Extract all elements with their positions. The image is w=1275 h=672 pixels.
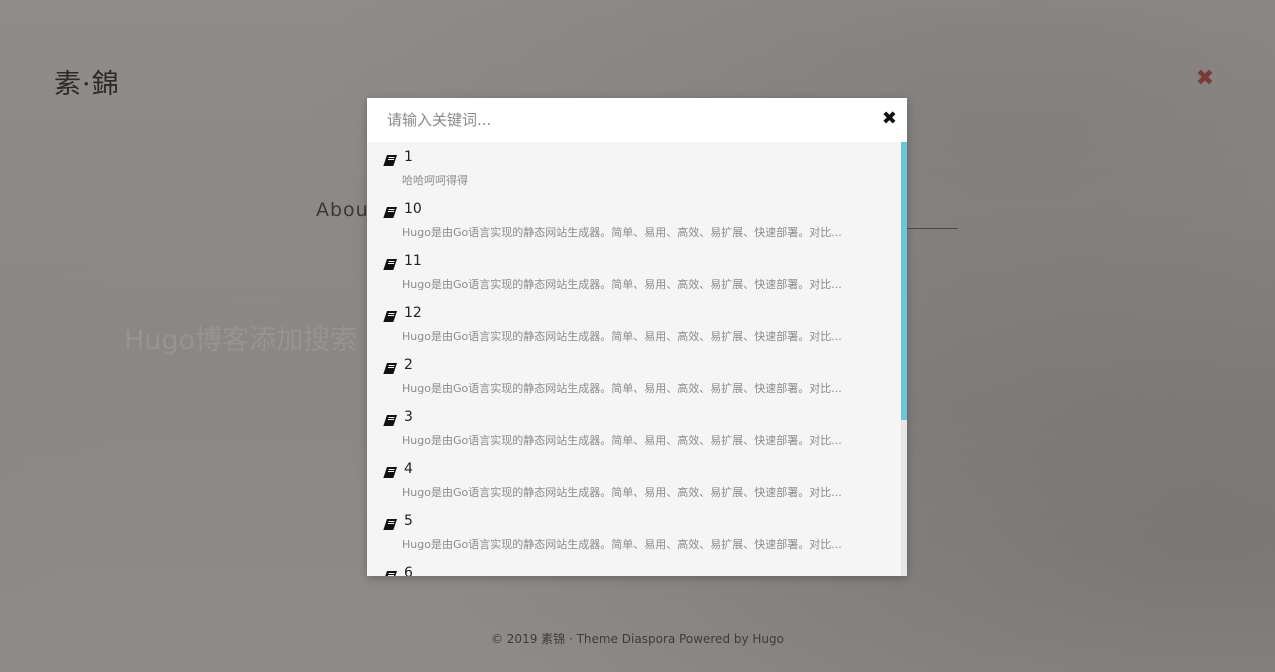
- result-description: Hugo是由Go语言实现的静态网站生成器。简单、易用、高效、易扩展、快速部署。对…: [402, 486, 842, 499]
- result-description: Hugo是由Go语言实现的静态网站生成器。简单、易用、高效、易扩展、快速部署。对…: [402, 382, 842, 395]
- result-title[interactable]: 11: [404, 253, 422, 269]
- list-item[interactable]: 12 Hugo是由Go语言实现的静态网站生成器。简单、易用、高效、易扩展、快速部署…: [367, 298, 907, 350]
- result-title[interactable]: 6: [404, 565, 413, 576]
- list-item[interactable]: 1 哈哈呵呵得得: [367, 142, 907, 194]
- list-item[interactable]: 6: [367, 558, 907, 576]
- search-results[interactable]: 1 哈哈呵呵得得 10 Hugo是由Go语言实现的静态网站生成器。简单、易用、高效、易…: [367, 142, 907, 576]
- scrollbar-thumb[interactable]: [901, 142, 907, 420]
- result-title[interactable]: 10: [404, 201, 422, 217]
- post-title: Hugo博客添加搜索: [124, 325, 358, 356]
- search-modal: ✖ 1 哈哈呵呵得得 10 Hugo是由Go语言实现的静态网站生成器。简单、易用、高效…: [367, 98, 907, 576]
- result-title[interactable]: 3: [404, 409, 413, 425]
- result-description: Hugo是由Go语言实现的静态网站生成器。简单、易用、高效、易扩展、快速部署。对…: [402, 226, 842, 239]
- book-icon: [383, 411, 397, 426]
- result-title[interactable]: 2: [404, 357, 413, 373]
- result-description: Hugo是由Go语言实现的静态网站生成器。简单、易用、高效、易扩展、快速部署。对…: [402, 278, 842, 291]
- book-icon: [383, 255, 397, 270]
- result-description: Hugo是由Go语言实现的静态网站生成器。简单、易用、高效、易扩展、快速部署。对…: [402, 330, 842, 343]
- divider: [906, 228, 958, 229]
- result-title[interactable]: 4: [404, 461, 413, 477]
- result-description: Hugo是由Go语言实现的静态网站生成器。简单、易用、高效、易扩展、快速部署。对…: [402, 434, 842, 447]
- result-title[interactable]: 1: [404, 149, 413, 165]
- search-input[interactable]: [367, 98, 867, 142]
- close-icon[interactable]: ✖: [1194, 68, 1216, 90]
- book-icon: [383, 307, 397, 322]
- list-item[interactable]: 11 Hugo是由Go语言实现的静态网站生成器。简单、易用、高效、易扩展、快速部署…: [367, 246, 907, 298]
- close-search-icon[interactable]: ✖: [882, 109, 897, 129]
- book-icon: [383, 463, 397, 478]
- book-icon: [383, 203, 397, 218]
- list-item[interactable]: 2 Hugo是由Go语言实现的静态网站生成器。简单、易用、高效、易扩展、快速部署。…: [367, 350, 907, 402]
- search-bar: ✖: [367, 98, 907, 142]
- result-title[interactable]: 5: [404, 513, 413, 529]
- site-logo[interactable]: 素·錦: [54, 62, 120, 101]
- list-item[interactable]: 10 Hugo是由Go语言实现的静态网站生成器。简单、易用、高效、易扩展、快速部署…: [367, 194, 907, 246]
- list-item[interactable]: 5 Hugo是由Go语言实现的静态网站生成器。简单、易用、高效、易扩展、快速部署。…: [367, 506, 907, 558]
- footer: © 2019 素锦 · Theme Diaspora Powered by Hu…: [490, 632, 784, 646]
- list-item[interactable]: 4 Hugo是由Go语言实现的静态网站生成器。简单、易用、高效、易扩展、快速部署。…: [367, 454, 907, 506]
- result-title[interactable]: 12: [404, 305, 422, 321]
- result-description: Hugo是由Go语言实现的静态网站生成器。简单、易用、高效、易扩展、快速部署。对…: [402, 538, 842, 551]
- book-icon: [383, 359, 397, 374]
- book-icon: [383, 567, 397, 576]
- book-icon: [383, 515, 397, 530]
- list-item[interactable]: 3 Hugo是由Go语言实现的静态网站生成器。简单、易用、高效、易扩展、快速部署。…: [367, 402, 907, 454]
- result-description: 哈哈呵呵得得: [402, 174, 468, 187]
- book-icon: [383, 151, 397, 166]
